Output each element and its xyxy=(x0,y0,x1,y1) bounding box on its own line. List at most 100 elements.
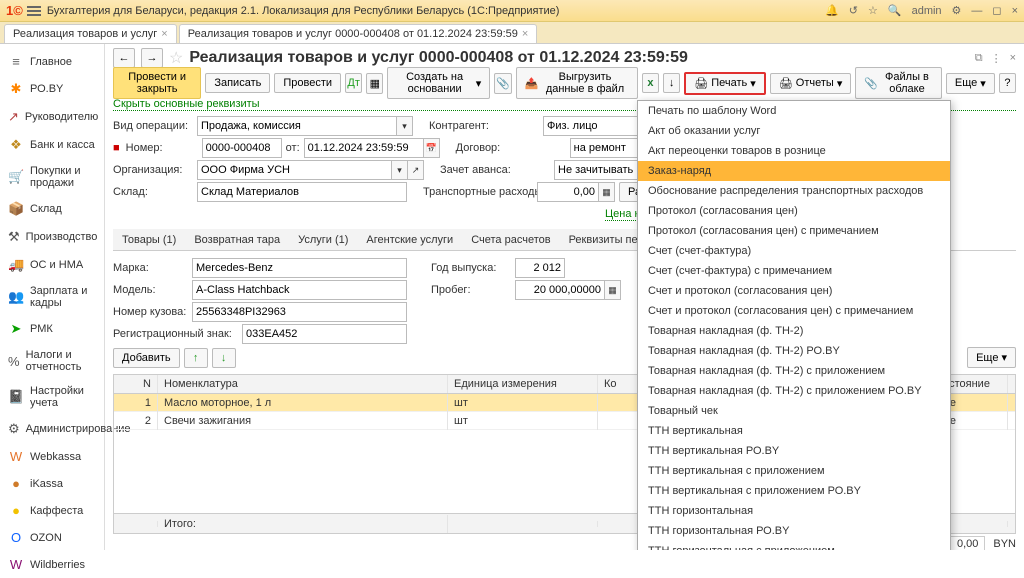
sidebar-item[interactable]: 🚚ОС и НМА xyxy=(0,251,104,279)
export-file-button[interactable]: 📤 Выгрузить данные в файл xyxy=(516,67,638,99)
attach-icon[interactable]: 📎 xyxy=(494,73,511,94)
print-menu-item[interactable]: ТТН горизонтальная РО.BY xyxy=(638,521,950,541)
print-menu-item[interactable]: ТТН горизонтальная xyxy=(638,501,950,521)
print-menu-item[interactable]: Печать по шаблону Word xyxy=(638,101,950,121)
col-n[interactable]: N xyxy=(114,375,158,393)
print-menu-item[interactable]: Акт переоценки товаров в рознице xyxy=(638,141,950,161)
post-button[interactable]: Провести xyxy=(274,73,341,93)
close-panel-icon[interactable]: × xyxy=(1010,52,1016,65)
print-menu-item[interactable]: Протокол (согласования цен) xyxy=(638,201,950,221)
sidebar-item[interactable]: 📓Настройки учета xyxy=(0,379,104,415)
back-button[interactable]: ← xyxy=(113,48,135,68)
calc-icon[interactable]: ▦ xyxy=(605,280,621,300)
transport-cost-field[interactable] xyxy=(537,182,599,202)
print-menu-item[interactable]: Счет (счет-фактура) с примечанием xyxy=(638,261,950,281)
print-menu-item[interactable]: Протокол (согласования цен) с примечание… xyxy=(638,221,950,241)
more-button[interactable]: Еще ▾ xyxy=(946,73,995,94)
date-field[interactable] xyxy=(304,138,424,158)
maximize-icon[interactable]: ◻ xyxy=(992,4,1001,17)
close-icon[interactable]: × xyxy=(161,28,167,40)
operation-type-field[interactable] xyxy=(197,116,397,136)
dropdown-icon[interactable]: ▾ xyxy=(392,160,408,180)
excel-icon[interactable]: x xyxy=(642,73,659,93)
sidebar-item[interactable]: 🛒Покупки и продажи xyxy=(0,159,104,195)
post-and-close-button[interactable]: Провести и закрыть xyxy=(113,67,201,99)
print-menu-item[interactable]: ТТН горизонтальная с приложением xyxy=(638,541,950,550)
help-button[interactable]: ? xyxy=(999,73,1016,93)
vin-field[interactable] xyxy=(192,302,407,322)
sidebar-item[interactable]: OOZON xyxy=(0,524,104,551)
print-menu-item[interactable]: Обоснование распределения транспортных р… xyxy=(638,181,950,201)
print-menu-item[interactable]: Счет и протокол (согласования цен) xyxy=(638,281,950,301)
sidebar-item[interactable]: WWildberries xyxy=(0,551,104,578)
sidebar-item[interactable]: ❖Банк и касса xyxy=(0,131,104,159)
warehouse-field[interactable] xyxy=(197,182,407,202)
mileage-field[interactable] xyxy=(515,280,605,300)
sidebar-item[interactable]: 📦Склад xyxy=(0,195,104,223)
menu-icon[interactable] xyxy=(27,4,41,18)
cloud-files-button[interactable]: 📎 Файлы в облаке xyxy=(855,67,942,99)
open-new-window-icon[interactable]: ⧉ xyxy=(975,52,983,65)
print-menu-item[interactable]: Товарная накладная (ф. ТН-2) РО.BY xyxy=(638,341,950,361)
open-icon[interactable]: ↗ xyxy=(408,160,424,180)
print-menu-item[interactable]: ТТН вертикальная xyxy=(638,421,950,441)
add-row-button[interactable]: Добавить xyxy=(113,348,180,368)
print-menu-item[interactable]: ТТН вертикальная с приложением РО.BY xyxy=(638,481,950,501)
number-field[interactable] xyxy=(202,138,282,158)
settings-icon[interactable]: ⚙ xyxy=(952,4,962,17)
print-menu-item[interactable]: Заказ-наряд xyxy=(638,161,950,181)
print-menu-item[interactable]: Счет (счет-фактура) xyxy=(638,241,950,261)
print-menu-item[interactable]: Товарная накладная (ф. ТН-2) с приложени… xyxy=(638,361,950,381)
more-button[interactable]: Еще ▾ xyxy=(967,347,1016,368)
sidebar-item[interactable]: ●Каффеста xyxy=(0,497,104,524)
sidebar-item[interactable]: %Налоги и отчетность xyxy=(0,343,104,379)
tab-accounts[interactable]: Счета расчетов xyxy=(462,229,559,250)
reports-button[interactable]: 🖨 Отчеты ▾ xyxy=(770,73,852,94)
user-label[interactable]: admin xyxy=(912,5,942,17)
structure-icon[interactable]: ▦ xyxy=(366,73,383,94)
dt-kt-icon[interactable]: Дт xyxy=(345,73,362,93)
col-item[interactable]: Номенклатура xyxy=(158,375,448,393)
calc-icon[interactable]: ▦ xyxy=(599,182,615,202)
sidebar-item[interactable]: ≡Главное xyxy=(0,48,104,75)
search-icon[interactable]: 🔍 xyxy=(888,4,902,17)
tab-services[interactable]: Услуги (1) xyxy=(289,229,357,250)
sidebar-item[interactable]: ●iKassa xyxy=(0,470,104,497)
print-menu-item[interactable]: Акт об оказании услуг xyxy=(638,121,950,141)
save-button[interactable]: Записать xyxy=(205,73,270,93)
more-icon[interactable]: ⋮ xyxy=(991,52,1002,65)
close-icon[interactable]: × xyxy=(1012,5,1018,17)
print-menu-item[interactable]: Счет и протокол (согласования цен) с при… xyxy=(638,301,950,321)
sidebar-item[interactable]: ↗Руководителю xyxy=(0,103,104,131)
move-up-icon[interactable]: ↑ xyxy=(184,348,208,368)
print-menu-item[interactable]: Товарный чек xyxy=(638,401,950,421)
sidebar-item[interactable]: ⚙Администрирование xyxy=(0,415,104,443)
close-icon[interactable]: × xyxy=(522,28,528,40)
print-menu-item[interactable]: Товарная накладная (ф. ТН-2) xyxy=(638,321,950,341)
brand-field[interactable] xyxy=(192,258,407,278)
bell-icon[interactable]: 🔔 xyxy=(825,4,839,17)
sidebar-item[interactable]: WWebkassa xyxy=(0,443,104,470)
organization-field[interactable] xyxy=(197,160,392,180)
tab-item[interactable]: Реализация товаров и услуг× xyxy=(4,24,177,43)
create-based-on-button[interactable]: Создать на основании ▾ xyxy=(387,67,490,99)
history-icon[interactable]: ↺ xyxy=(849,4,858,17)
year-field[interactable] xyxy=(515,258,565,278)
print-menu-item[interactable]: Товарная накладная (ф. ТН-2) с приложени… xyxy=(638,381,950,401)
print-button[interactable]: 🖨 Печать ▾ xyxy=(684,72,766,95)
favorite-icon[interactable]: ☆ xyxy=(169,48,183,68)
forward-button[interactable]: → xyxy=(141,48,163,68)
tab-goods[interactable]: Товары (1) xyxy=(113,229,185,250)
col-unit[interactable]: Единица измерения xyxy=(448,375,598,393)
calendar-icon[interactable]: 📅 xyxy=(424,138,440,158)
arrow-down-icon[interactable]: ↓ xyxy=(663,73,680,93)
plate-field[interactable] xyxy=(242,324,407,344)
sidebar-item[interactable]: ✱РО.BY xyxy=(0,75,104,103)
minimize-icon[interactable]: — xyxy=(971,5,982,17)
tab-agency[interactable]: Агентские услуги xyxy=(357,229,462,250)
sidebar-item[interactable]: ⚒Производство xyxy=(0,223,104,251)
sidebar-item[interactable]: 👥Зарплата и кадры xyxy=(0,279,104,315)
sidebar-item[interactable]: ➤РМК xyxy=(0,315,104,343)
move-down-icon[interactable]: ↓ xyxy=(212,348,236,368)
tab-item[interactable]: Реализация товаров и услуг 0000-000408 о… xyxy=(179,24,538,43)
